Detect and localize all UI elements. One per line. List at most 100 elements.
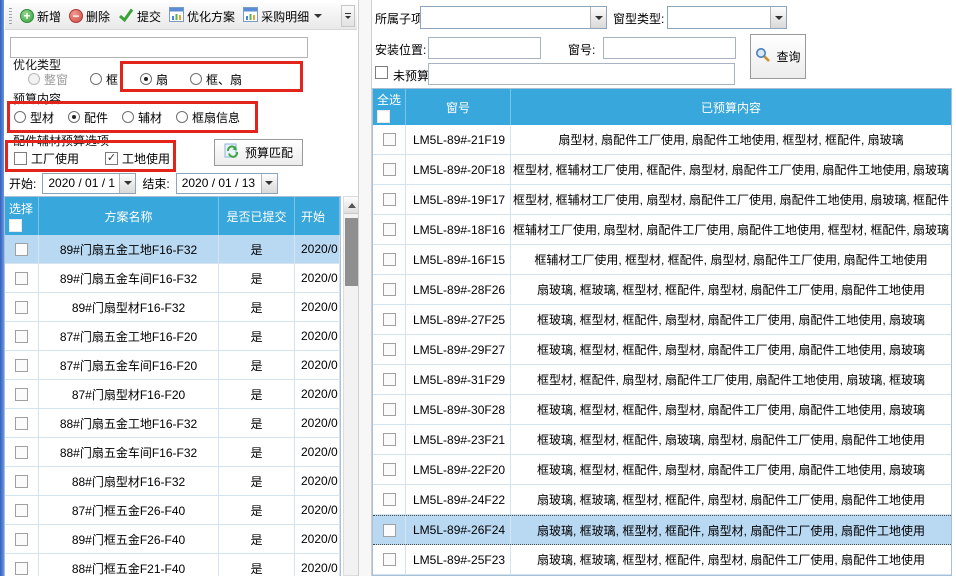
window-row[interactable]: LM5L-89#-29F27 框玻璃, 框型材, 框配件, 扇型材, 扇配件工厂…	[373, 335, 951, 365]
plan-row[interactable]: 87#门扇五金工地F16-F20 是 2020/0	[5, 322, 340, 351]
plan-row[interactable]: 88#门扇五金车间F16-F32 是 2020/0	[5, 438, 340, 467]
delete-button[interactable]: − 删除	[65, 6, 114, 27]
submitted-header[interactable]: 是否已提交	[219, 197, 295, 235]
radio-option[interactable]: 框、扇	[190, 71, 242, 88]
plan-row[interactable]: 89#门扇五金工地F16-F32 是 2020/0	[5, 235, 340, 264]
row-checkbox[interactable]	[383, 223, 396, 236]
start-date-header[interactable]: 开始	[295, 197, 340, 235]
chevron-down-icon[interactable]	[261, 174, 277, 193]
select-all-windows-checkbox[interactable]	[377, 110, 390, 123]
row-checkbox[interactable]	[383, 253, 396, 266]
checkbox-option[interactable]: 工厂使用	[14, 150, 79, 167]
window-row[interactable]: LM5L-89#-25F23 扇玻璃, 框玻璃, 框型材, 框配件, 扇型材, …	[373, 545, 951, 575]
toolbar-grip[interactable]	[9, 8, 12, 25]
query-button[interactable]: 查询	[750, 34, 806, 79]
plan-row[interactable]: 87#门扇型材F16-F20 是 2020/0	[5, 380, 340, 409]
row-checkbox[interactable]	[383, 283, 396, 296]
window-row[interactable]: LM5L-89#-31F29 框型材, 框配件, 扇型材, 扇配件工厂使用, 扇…	[373, 365, 951, 395]
toolbar-overflow-button[interactable]	[341, 5, 355, 27]
purchase-detail-button[interactable]: 采购明细	[239, 5, 326, 27]
date-start-picker[interactable]: 2020 / 01 / 1	[42, 173, 136, 194]
window-no-cell: LM5L-89#-24F22	[406, 485, 511, 514]
row-checkbox[interactable]	[383, 524, 396, 537]
row-checkbox[interactable]	[15, 301, 28, 314]
row-checkbox[interactable]	[383, 163, 396, 176]
row-checkbox[interactable]	[15, 388, 28, 401]
row-checkbox[interactable]	[383, 403, 396, 416]
add-button[interactable]: + 新增	[16, 6, 65, 27]
window-row[interactable]: LM5L-89#-19F17 框型材, 框辅材工厂使用, 扇型材, 扇配件工厂使…	[373, 185, 951, 215]
row-checkbox[interactable]	[15, 562, 28, 575]
budgeted-content-header[interactable]: 已预算内容	[511, 89, 951, 125]
window-row[interactable]: LM5L-89#-18F16 框辅材工厂使用, 扇型材, 扇配件工厂使用, 扇配…	[373, 215, 951, 245]
sub-item-select[interactable]	[420, 6, 607, 29]
row-checkbox[interactable]	[15, 272, 28, 285]
no-budget-input[interactable]	[428, 63, 735, 85]
budget-match-button[interactable]: 预算匹配	[214, 139, 303, 166]
chevron-down-icon[interactable]	[590, 7, 606, 28]
plan-row[interactable]: 89#门扇五金车间F16-F32 是 2020/0	[5, 264, 340, 293]
radio-option[interactable]: 框扇信息	[176, 109, 240, 126]
window-no-input[interactable]	[603, 37, 736, 59]
row-checkbox[interactable]	[15, 359, 28, 372]
window-row[interactable]: LM5L-89#-22F20 框玻璃, 框型材, 框配件, 扇型材, 扇配件工厂…	[373, 455, 951, 485]
row-checkbox[interactable]	[15, 417, 28, 430]
row-checkbox[interactable]	[15, 504, 28, 517]
date-end-picker[interactable]: 2020 / 01 / 13	[176, 173, 278, 194]
radio-option[interactable]: 配件	[68, 109, 108, 126]
row-checkbox[interactable]	[15, 533, 28, 546]
submit-button[interactable]: 提交	[114, 6, 165, 27]
row-checkbox[interactable]	[383, 133, 396, 146]
plan-row[interactable]: 88#门扇五金工地F16-F32 是 2020/0	[5, 409, 340, 438]
panel-splitter[interactable]	[358, 0, 372, 576]
no-budget-checkbox[interactable]	[375, 66, 388, 79]
radio-option[interactable]: 扇	[140, 71, 168, 88]
row-checkbox[interactable]	[15, 243, 28, 256]
window-row[interactable]: LM5L-89#-24F22 扇玻璃, 框玻璃, 框型材, 框配件, 扇型材, …	[373, 485, 951, 515]
row-checkbox[interactable]	[383, 553, 396, 566]
row-checkbox[interactable]	[383, 463, 396, 476]
plan-row[interactable]: 87#门扇五金车间F16-F20 是 2020/0	[5, 351, 340, 380]
optimize-plan-button[interactable]: 优化方案	[165, 5, 239, 27]
plan-row[interactable]: 88#门扇型材F16-F32 是 2020/0	[5, 467, 340, 496]
budget-content-options: 型材 配件 辅材 框扇信息	[14, 108, 240, 126]
row-checkbox[interactable]	[383, 193, 396, 206]
row-checkbox[interactable]	[15, 475, 28, 488]
plan-row[interactable]: 89#门框五金F26-F40 是 2020/0	[5, 525, 340, 554]
row-checkbox[interactable]	[15, 446, 28, 459]
row-checkbox[interactable]	[15, 330, 28, 343]
radio-option[interactable]: 整窗	[28, 71, 68, 88]
plan-search-input[interactable]	[10, 37, 308, 58]
radio-option[interactable]: 型材	[14, 109, 54, 126]
window-row[interactable]: LM5L-89#-26F24 扇玻璃, 框玻璃, 框型材, 框配件, 扇型材, …	[373, 515, 951, 545]
chevron-down-icon[interactable]	[119, 174, 135, 193]
submit-button-label: 提交	[137, 8, 161, 25]
radio-option[interactable]: 框	[90, 71, 118, 88]
radio-option[interactable]: 辅材	[122, 109, 162, 126]
plan-name-header[interactable]: 方案名称	[39, 197, 219, 235]
row-checkbox[interactable]	[383, 493, 396, 506]
window-row[interactable]: LM5L-89#-23F21 框玻璃, 框型材, 框配件, 扇玻璃, 扇型材, …	[373, 425, 951, 455]
plan-row[interactable]: 89#门扇型材F16-F32 是 2020/0	[5, 293, 340, 322]
scrollbar-thumb[interactable]	[345, 218, 359, 286]
row-checkbox[interactable]	[383, 343, 396, 356]
window-no-header[interactable]: 窗号	[406, 89, 511, 125]
window-type-select[interactable]	[667, 6, 787, 29]
window-row[interactable]: LM5L-89#-16F15 框辅材工厂使用, 框型材, 框配件, 扇型材, 扇…	[373, 245, 951, 275]
row-checkbox[interactable]	[383, 433, 396, 446]
chevron-down-icon[interactable]	[770, 7, 786, 28]
row-checkbox[interactable]	[383, 313, 396, 326]
optimize-type-options: 整窗 框 扇 框、扇	[28, 70, 242, 88]
plan-row[interactable]: 88#门框五金F21-F40 是 2020/0	[5, 554, 340, 576]
window-no-cell: LM5L-89#-25F23	[406, 545, 511, 574]
window-row[interactable]: LM5L-89#-20F18 框型材, 框辅材工厂使用, 框配件, 扇型材, 扇…	[373, 155, 951, 185]
row-checkbox[interactable]	[383, 373, 396, 386]
window-row[interactable]: LM5L-89#-30F28 框玻璃, 框型材, 框配件, 扇型材, 扇配件工厂…	[373, 395, 951, 425]
window-row[interactable]: LM5L-89#-28F26 扇玻璃, 框玻璃, 框型材, 框配件, 扇型材, …	[373, 275, 951, 305]
install-position-input[interactable]	[428, 37, 541, 59]
window-row[interactable]: LM5L-89#-27F25 框玻璃, 框型材, 框配件, 扇型材, 扇配件工厂…	[373, 305, 951, 335]
select-all-plans-checkbox[interactable]	[9, 219, 22, 232]
plan-row[interactable]: 87#门框五金F26-F40 是 2020/0	[5, 496, 340, 525]
checkbox-option[interactable]: 工地使用	[105, 150, 170, 167]
window-row[interactable]: LM5L-89#-21F19 扇型材, 扇配件工厂使用, 扇配件工地使用, 框型…	[373, 125, 951, 155]
